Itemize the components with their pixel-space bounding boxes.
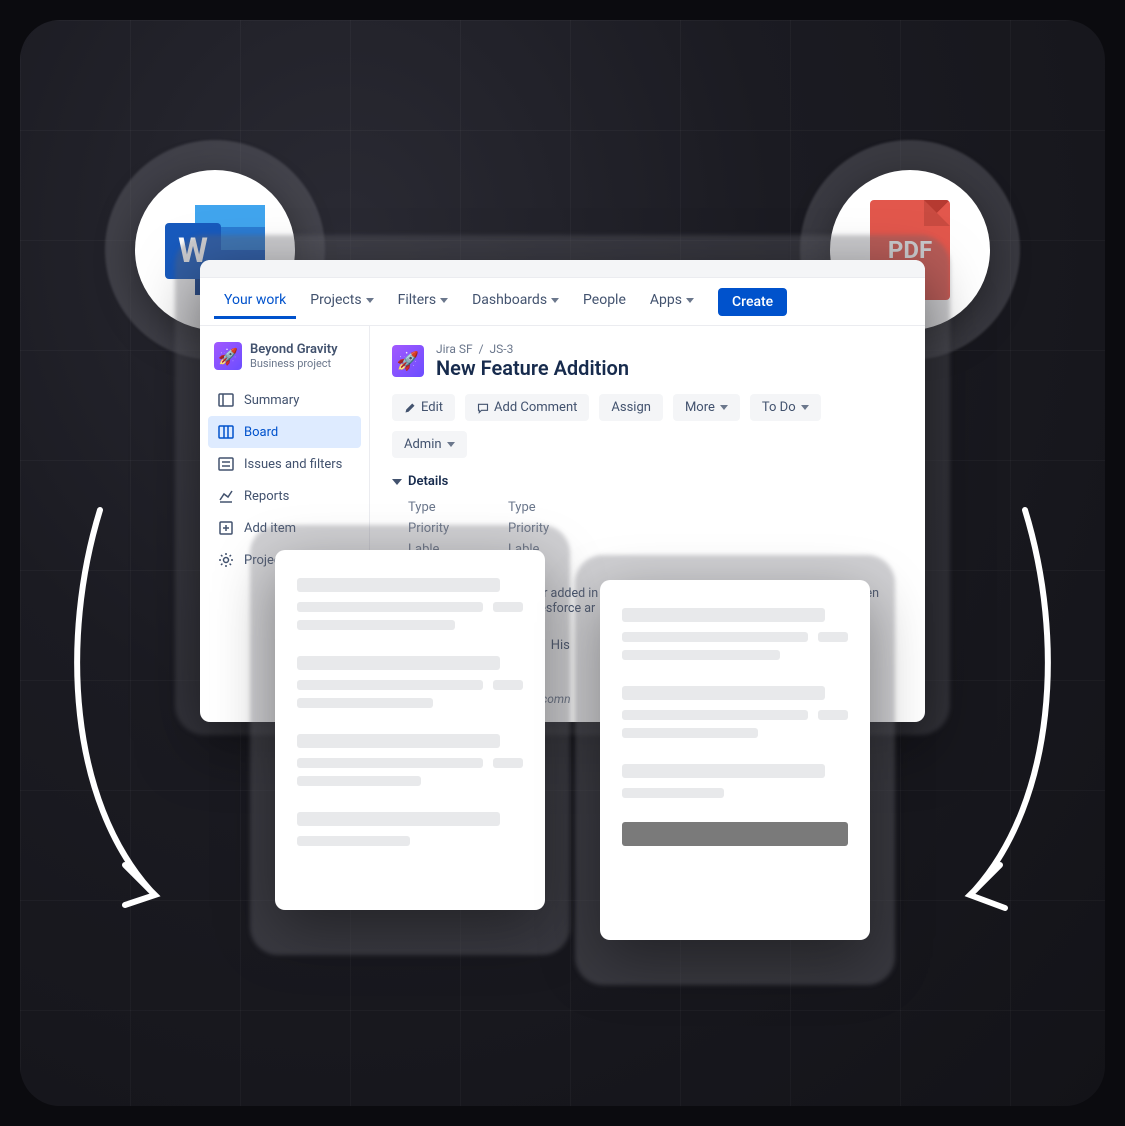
edit-button-label: Edit — [421, 400, 443, 415]
add-comment-button[interactable]: Add Comment — [465, 394, 589, 421]
nav-dashboards[interactable]: Dashboards — [462, 284, 569, 319]
sidebar-item-label: Summary — [244, 393, 299, 408]
detail-value: Type — [508, 500, 536, 515]
nav-filters-label: Filters — [398, 292, 437, 308]
skeleton-line — [297, 812, 500, 826]
skeleton-line — [297, 698, 433, 708]
skeleton-chip — [493, 602, 523, 612]
skeleton-line — [297, 734, 500, 748]
project-name: Beyond Gravity — [250, 342, 338, 357]
skeleton-line — [622, 788, 724, 798]
skeleton-line — [622, 632, 808, 642]
skeleton-line — [297, 758, 483, 768]
chevron-down-icon — [447, 442, 455, 447]
skeleton-line — [297, 602, 483, 612]
chevron-down-icon — [801, 405, 809, 410]
nav-projects-label: Projects — [310, 292, 361, 308]
nav-apps-label: Apps — [650, 292, 682, 308]
skeleton-line — [622, 764, 825, 778]
document-preview-card — [275, 550, 545, 910]
add-icon — [218, 520, 234, 536]
sidebar-item-reports[interactable]: Reports — [208, 480, 361, 512]
breadcrumb-key: JS-3 — [490, 342, 514, 356]
skeleton-chip — [818, 710, 848, 720]
detail-label: Type — [408, 500, 468, 515]
breadcrumb[interactable]: Jira SF / JS-3 — [436, 342, 629, 356]
skeleton-line — [297, 656, 500, 670]
skeleton-line — [297, 680, 483, 690]
nav-people-label: People — [583, 292, 626, 308]
create-button[interactable]: Create — [718, 288, 787, 316]
admin-button[interactable]: Admin — [392, 431, 467, 458]
comment-icon — [477, 402, 489, 414]
assign-button-label: Assign — [611, 400, 651, 415]
top-nav: Your work Projects Filters Dashboards Pe… — [200, 278, 925, 326]
sidebar-item-label: Issues and filters — [244, 457, 342, 472]
skeleton-line — [622, 686, 825, 700]
skeleton-line — [622, 650, 780, 660]
more-button[interactable]: More — [673, 394, 740, 421]
breadcrumb-sep: / — [479, 342, 484, 356]
nav-projects[interactable]: Projects — [300, 284, 383, 319]
chevron-down-icon — [440, 298, 448, 303]
chevron-down-icon — [720, 405, 728, 410]
nav-your-work-label: Your work — [224, 292, 286, 308]
skeleton-chip — [493, 758, 523, 768]
summary-icon — [218, 392, 234, 408]
skeleton-line — [622, 710, 808, 720]
sidebar-item-board[interactable]: Board — [208, 416, 361, 448]
skeleton-line — [622, 728, 758, 738]
status-button-label: To Do — [762, 400, 796, 415]
skeleton-chip — [818, 632, 848, 642]
pencil-icon — [404, 402, 416, 414]
gear-icon — [218, 552, 234, 568]
sidebar-item-label: Board — [244, 425, 278, 440]
skeleton-line — [297, 620, 455, 630]
nav-people[interactable]: People — [573, 284, 636, 319]
breadcrumb-project: Jira SF — [436, 342, 473, 356]
project-header[interactable]: 🚀 Beyond Gravity Business project — [208, 338, 361, 384]
issues-icon — [218, 456, 234, 472]
sidebar-item-summary[interactable]: Summary — [208, 384, 361, 416]
skeleton-line — [297, 776, 421, 786]
chevron-down-icon — [366, 298, 374, 303]
chevron-down-icon — [551, 298, 559, 303]
edit-button[interactable]: Edit — [392, 394, 455, 421]
skeleton-button — [622, 822, 848, 846]
details-header-label: Details — [408, 474, 448, 489]
skeleton-line — [622, 608, 825, 622]
skeleton-chip — [493, 680, 523, 690]
nav-filters[interactable]: Filters — [388, 284, 459, 319]
assign-button[interactable]: Assign — [599, 394, 663, 421]
admin-button-label: Admin — [404, 437, 442, 452]
create-button-label: Create — [732, 294, 773, 310]
issue-project-avatar-icon: 🚀 — [392, 345, 424, 377]
nav-your-work[interactable]: Your work — [214, 284, 296, 319]
status-button[interactable]: To Do — [750, 394, 821, 421]
board-icon — [218, 424, 234, 440]
skeleton-line — [297, 836, 410, 846]
reports-icon — [218, 488, 234, 504]
issue-title: New Feature Addition — [436, 356, 629, 380]
nav-apps[interactable]: Apps — [640, 284, 704, 319]
project-avatar-icon: 🚀 — [214, 342, 242, 370]
sidebar-item-label: Reports — [244, 489, 289, 504]
sidebar-item-issues[interactable]: Issues and filters — [208, 448, 361, 480]
nav-dashboards-label: Dashboards — [472, 292, 547, 308]
skeleton-line — [297, 578, 500, 592]
more-button-label: More — [685, 400, 715, 415]
add-comment-button-label: Add Comment — [494, 400, 577, 415]
chevron-down-icon — [686, 298, 694, 303]
detail-row-type: Type Type — [392, 497, 903, 518]
window-titlebar — [200, 260, 925, 278]
details-section-header[interactable]: Details — [392, 474, 903, 489]
collapse-caret-icon — [392, 479, 402, 485]
project-type: Business project — [250, 357, 338, 370]
document-preview-card — [600, 580, 870, 940]
